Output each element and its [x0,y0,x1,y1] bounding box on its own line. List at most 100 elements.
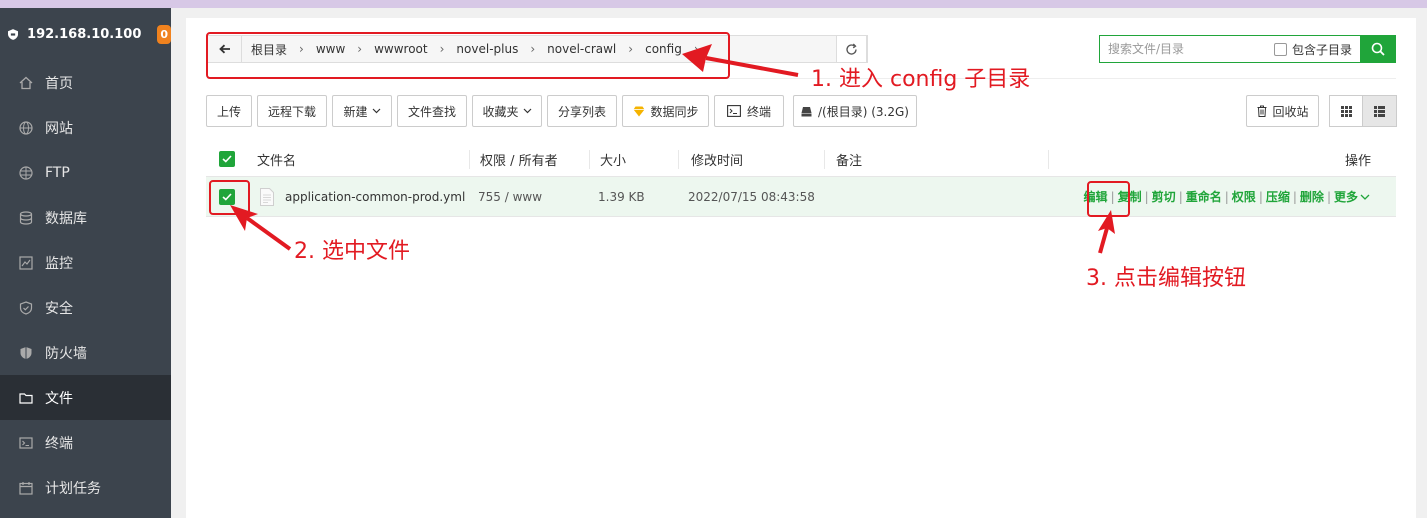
recycle-bin-button[interactable]: 回收站 [1246,95,1319,127]
delete-link[interactable]: 删除 [1300,188,1324,205]
recycle-bin-label: 回收站 [1272,104,1309,119]
sidebar-item-label: 文件 [45,390,73,407]
upload-button[interactable]: 上传 [206,95,252,127]
sidebar-item-ftp[interactable]: FTP [0,150,171,195]
refresh-icon [846,43,857,55]
view-toggle [1329,95,1397,127]
col-header-name[interactable]: 文件名 [257,142,296,176]
annotation-step1: 1. 进入 config 子目录 [811,67,1031,92]
col-divider [469,150,470,169]
checkbox-box[interactable] [1274,42,1287,56]
terminal-label: 终端 [746,104,771,119]
col-header-mtime[interactable]: 修改时间 [691,142,743,176]
monitor-icon [19,255,33,270]
separator: | [1178,189,1183,204]
include-subdir-label: 包含子目录 [1292,42,1353,57]
col-header-perm[interactable]: 权限 / 所有者 [480,142,558,176]
data-sync-label: 数据同步 [650,104,699,119]
file-toolbar: 上传 远程下载 新建 文件查找 收藏夹 分享列表 数据同步 终端 /(根目录) … [206,95,922,127]
diamond-icon [633,106,645,117]
security-shield-icon [19,300,33,315]
sidebar-item-monitor[interactable]: 监控 [0,240,171,285]
col-divider [1048,150,1049,169]
sidebar-item-website[interactable]: 网站 [0,105,171,150]
refresh-button[interactable] [836,35,867,63]
sidebar-item-label: 安全 [45,300,73,317]
firewall-icon [19,346,33,360]
table-row[interactable]: application-common-prod.yml 755 / www 1.… [206,177,1396,217]
compress-link[interactable]: 压缩 [1266,188,1290,205]
sidebar-item-label: 数据库 [45,210,87,227]
home-icon [19,76,33,90]
data-sync-button[interactable]: 数据同步 [622,95,709,127]
separator: | [1326,189,1331,204]
folder-icon [19,391,33,405]
separator: | [1258,189,1263,204]
share-list-button[interactable]: 分享列表 [547,95,617,127]
annotation-box-path [206,32,730,79]
permission-link[interactable]: 权限 [1232,188,1256,205]
select-all-checkbox[interactable] [219,151,235,167]
sidebar-item-security[interactable]: 安全 [0,285,171,330]
annotation-box-edit [1087,181,1130,217]
col-header-size[interactable]: 大小 [600,142,626,176]
sidebar-item-label: 计划任务 [45,480,101,497]
search-button[interactable] [1360,35,1396,63]
col-header-ops: 操作 [1345,153,1372,169]
file-icon [260,187,274,206]
col-divider [589,150,590,169]
ftp-icon [19,165,33,180]
sidebar-item-database[interactable]: 数据库 [0,195,171,240]
favorites-button[interactable]: 收藏夹 [472,95,542,127]
annotation-step2: 2. 选中文件 [294,239,410,264]
cut-link[interactable]: 剪切 [1152,188,1176,205]
sidebar-item-files[interactable]: 文件 [0,375,171,420]
terminal-button[interactable]: 终端 [714,95,784,127]
sidebar-item-label: FTP [45,164,70,181]
grid-view-button[interactable] [1329,95,1363,127]
search-input[interactable] [1100,36,1268,62]
more-label: 更多 [1333,190,1358,204]
server-header: 192.168.10.100 0 [0,8,171,60]
file-name[interactable]: application-common-prod.yml [285,190,465,204]
annotation-box-checkbox [209,180,250,215]
terminal-icon [727,105,741,117]
include-subdir-checkbox[interactable]: 包含子目录 [1274,41,1352,58]
list-icon [1374,105,1385,117]
col-divider [678,150,679,169]
col-header-remark: 备注 [836,153,863,169]
sidebar-item-label: 网站 [45,120,73,137]
sidebar-item-firewall[interactable]: 防火墙 [0,330,171,375]
server-ip: 192.168.10.100 [27,26,142,42]
sidebar-item-terminal[interactable]: 终端 [0,420,171,465]
disk-icon [801,106,812,117]
new-button[interactable]: 新建 [332,95,392,127]
separator: | [1224,189,1229,204]
sidebar-item-label: 终端 [45,435,73,452]
trash-icon [1257,105,1267,117]
new-button-label: 新建 [343,104,368,119]
rename-link[interactable]: 重命名 [1186,188,1222,205]
notification-badge[interactable]: 0 [157,24,171,44]
terminal-icon [19,436,33,450]
disk-label: /(根目录) (3.2G) [818,104,909,119]
sidebar-item-cron[interactable]: 计划任务 [0,465,171,510]
server-shield-icon [8,28,19,40]
disk-button[interactable]: /(根目录) (3.2G) [793,95,917,127]
calendar-icon [19,481,33,495]
file-search-button[interactable]: 文件查找 [397,95,467,127]
sidebar-item-home[interactable]: 首页 [0,60,171,105]
sidebar-item-label: 防火墙 [45,345,87,362]
sidebar-item-label: 首页 [45,75,73,92]
remote-download-button[interactable]: 远程下载 [257,95,327,127]
separator: | [1144,189,1149,204]
grid-icon [1340,105,1352,117]
chevron-down-icon [1360,194,1370,200]
file-perm[interactable]: 755 / www [478,177,542,216]
col-divider [824,150,825,169]
more-link[interactable]: 更多 [1334,188,1370,205]
search-box: 包含子目录 [1099,35,1396,63]
favorites-button-label: 收藏夹 [482,104,519,119]
chevron-down-icon [372,108,381,114]
list-view-button[interactable] [1363,95,1397,127]
